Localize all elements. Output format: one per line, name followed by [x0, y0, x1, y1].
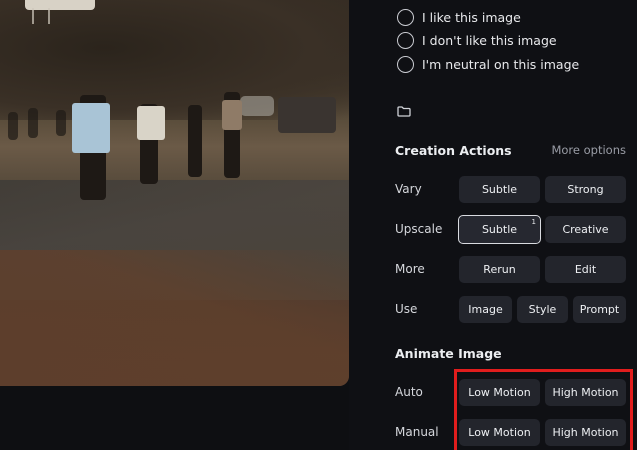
image-net — [32, 8, 50, 24]
more-label: More — [395, 262, 425, 276]
use-image-button[interactable]: Image — [459, 296, 512, 323]
upscale-creative-button[interactable]: Creative — [545, 216, 626, 243]
feedback-like-label: I like this image — [422, 10, 521, 25]
use-label: Use — [395, 302, 418, 316]
image-car — [240, 96, 274, 116]
vary-label: Vary — [395, 182, 422, 196]
upscale-subtle-badge: 1 — [531, 218, 536, 226]
use-prompt-button[interactable]: Prompt — [573, 296, 626, 323]
upscale-subtle-text: Subtle — [481, 223, 518, 236]
feedback-neutral-label: I'm neutral on this image — [422, 57, 580, 72]
image-person — [8, 112, 18, 140]
vary-subtle-button[interactable]: Subtle — [459, 176, 540, 203]
image-person — [56, 110, 66, 136]
generated-image[interactable] — [0, 0, 349, 386]
feedback-neutral-option[interactable]: I'm neutral on this image — [397, 56, 579, 73]
feedback-dislike-label: I don't like this image — [422, 33, 557, 48]
radio-icon[interactable] — [397, 9, 414, 26]
use-style-button[interactable]: Style — [517, 296, 568, 323]
image-dirt — [0, 250, 349, 386]
radio-icon[interactable] — [397, 56, 414, 73]
animate-image-title: Animate Image — [395, 346, 502, 361]
image-person-shirt — [222, 100, 242, 130]
feedback-dislike-option[interactable]: I don't like this image — [397, 32, 557, 49]
creation-actions-title: Creation Actions — [395, 143, 512, 158]
image-person-shirt — [137, 106, 165, 140]
folder-icon[interactable] — [397, 106, 411, 117]
rerun-button[interactable]: Rerun — [459, 256, 540, 283]
image-truck — [278, 97, 336, 133]
image-person-shirt — [72, 103, 110, 153]
upscale-label: Upscale — [395, 222, 443, 236]
more-options-link[interactable]: More options — [551, 143, 626, 157]
feedback-like-option[interactable]: I like this image — [397, 9, 521, 26]
image-person — [28, 108, 38, 138]
manual-label: Manual — [395, 425, 439, 439]
edit-button[interactable]: Edit — [545, 256, 626, 283]
animate-buttons-highlight-box — [454, 369, 633, 450]
upscale-subtle-button[interactable]: Subtle 1 — [458, 215, 541, 244]
auto-label: Auto — [395, 385, 423, 399]
vary-strong-button[interactable]: Strong — [545, 176, 626, 203]
radio-icon[interactable] — [397, 32, 414, 49]
image-person — [188, 105, 202, 177]
